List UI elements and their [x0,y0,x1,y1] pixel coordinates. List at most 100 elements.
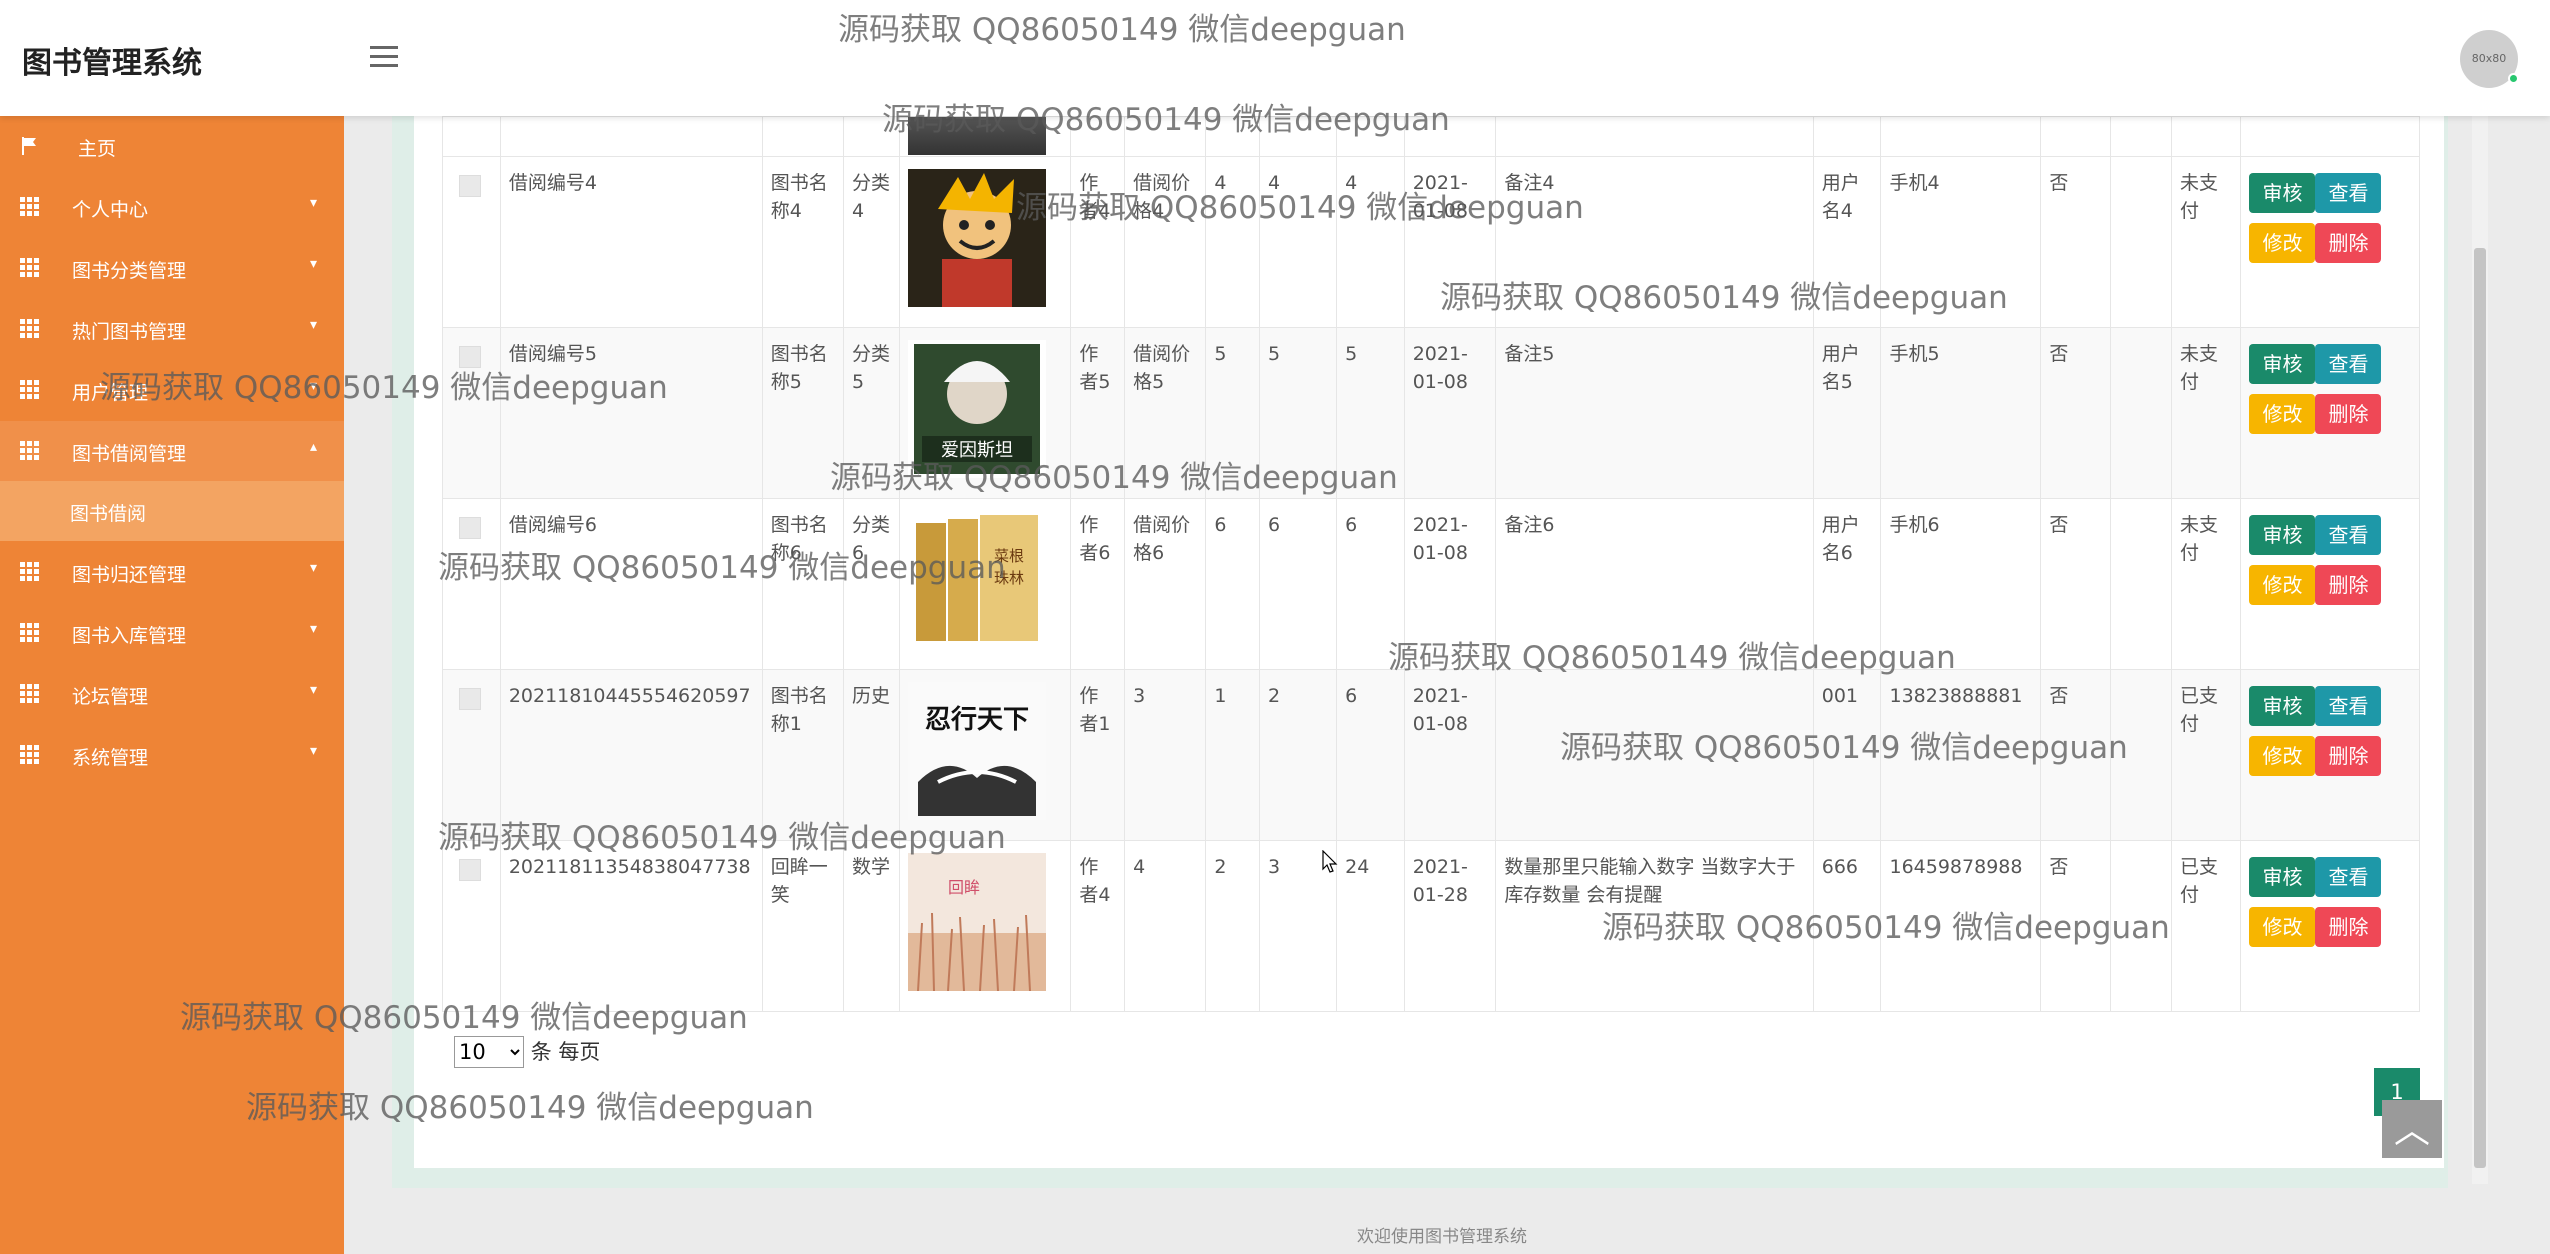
borrow-number-cell: 20211811354838047738 [499,840,763,1012]
sidebar-item-label: 个人中心 [72,199,149,221]
empty-cell [2109,156,2173,328]
row-checkbox[interactable] [459,688,481,710]
svg-text:回眸: 回眸 [948,878,980,897]
audit-button[interactable]: 审核 [2249,173,2316,213]
delete-button[interactable]: 删除 [2315,736,2382,776]
grid-icon [20,380,39,399]
edit-button[interactable]: 修改 [2249,565,2316,605]
audit-button[interactable]: 审核 [2249,344,2316,384]
sidebar-item-hot-books[interactable]: 热门图书管理 ▾ [0,299,344,359]
menu-toggle-icon[interactable] [370,46,398,68]
online-status-dot [2508,73,2519,84]
sidebar-item-forum[interactable]: 论坛管理 ▾ [0,664,344,724]
username-cell: 用户名5 [1812,327,1882,499]
row-checkbox[interactable] [459,175,481,197]
delete-button[interactable]: 删除 [2315,907,2382,947]
grid-icon [20,441,39,460]
sidebar-item-stock-in[interactable]: 图书入库管理 ▾ [0,603,344,663]
empty-cell [2109,327,2173,499]
sidebar-subitem-label: 图书借阅 [70,503,147,525]
number-cell: 6 [1258,498,1338,670]
watermark: 源码获取 QQ86050149 微信deepguan [882,102,1450,138]
row-checkbox[interactable] [459,859,481,881]
sidebar-item-label: 图书归还管理 [72,564,187,586]
sidebar-item-home[interactable]: 主页 [0,116,344,176]
author-cell: 作者1 [1070,669,1126,841]
audit-button[interactable]: 审核 [2249,686,2316,726]
sidebar-item-label: 热门图书管理 [72,321,187,343]
quantity-cell: 2 [1205,840,1260,1012]
date-cell: 2021-01-08 [1403,669,1497,841]
view-button[interactable]: 查看 [2315,344,2382,384]
flag-cell: 否 [2040,498,2111,670]
watermark: 源码获取 QQ86050149 微信deepguan [1016,190,1584,226]
sidebar-subitem-borrow-list[interactable]: 图书借阅 [0,481,344,541]
chevron-down-icon: ▾ [310,195,318,211]
watermark: 源码获取 QQ86050149 微信deepguan [1560,730,2128,766]
grid-icon [20,684,39,703]
chevron-down-icon: ▾ [310,560,318,576]
app-title: 图书管理系统 [22,46,202,81]
scrollbar-thumb[interactable] [2474,248,2486,1168]
watermark: 源码获取 QQ86050149 微信deepguan [100,370,668,406]
grid-icon [20,258,39,277]
actions-cell: 审核 查看修改 删除 [2240,669,2420,841]
total-cell: 6 [1336,669,1405,841]
borrow-price-cell: 3 [1124,669,1207,841]
edit-button[interactable]: 修改 [2249,394,2316,434]
author-cell: 作者4 [1070,840,1126,1012]
grid-icon [20,319,39,338]
grid-icon [20,745,39,764]
flag-cell: 否 [2040,327,2111,499]
mouse-cursor-icon [1322,850,1338,873]
audit-button[interactable]: 审核 [2249,857,2316,897]
view-button[interactable]: 查看 [2315,515,2382,555]
per-page-label: 条 每页 [530,1040,601,1064]
chevron-down-icon: ▾ [310,621,318,637]
watermark: 源码获取 QQ86050149 微信deepguan [1440,280,2008,316]
sidebar-item-return[interactable]: 图书归还管理 ▾ [0,542,344,602]
category-cell: 分类4 [843,156,900,328]
view-button[interactable]: 查看 [2315,686,2382,726]
book-cover-image: 忍行天下 [907,682,1063,820]
sidebar-item-label: 论坛管理 [72,686,149,708]
chevron-down-icon: ▾ [310,682,318,698]
sidebar-item-system[interactable]: 系统管理 ▾ [0,725,344,785]
grid-icon [20,197,39,216]
watermark: 源码获取 QQ86050149 微信deepguan [830,460,1398,496]
edit-button[interactable]: 修改 [2249,223,2316,263]
edit-button[interactable]: 修改 [2249,736,2316,776]
actions-cell: 审核 查看修改 删除 [2240,498,2420,670]
page-size-select[interactable]: 10 [454,1036,524,1068]
svg-text:忍行天下: 忍行天下 [925,704,1029,735]
book-cover-image: 回眸 [907,853,1063,991]
sidebar-item-borrow[interactable]: 图书借阅管理 ▴ [0,421,344,481]
date-cell: 2021-01-08 [1403,327,1497,499]
book-name-cell: 回眸一笑 [761,840,845,1012]
phone-cell: 手机5 [1880,327,2042,499]
chevron-up-icon: ▴ [310,439,318,455]
flag-cell: 否 [2040,156,2111,328]
watermark: 源码获取 QQ86050149 微信deepguan [1388,640,1956,676]
delete-button[interactable]: 删除 [2315,394,2382,434]
sidebar-item-label: 系统管理 [72,747,149,769]
audit-button[interactable]: 审核 [2249,515,2316,555]
borrow-number-cell: 借阅编号4 [499,156,763,328]
back-to-top-icon[interactable]: ︿ [2382,1100,2442,1158]
watermark: 源码获取 QQ86050149 微信deepguan [438,550,1006,586]
row-checkbox[interactable] [459,517,481,539]
delete-button[interactable]: 删除 [2315,223,2382,263]
sidebar-item-category[interactable]: 图书分类管理 ▾ [0,238,344,298]
delete-button[interactable]: 删除 [2315,565,2382,605]
payment-status-cell: 未支付 [2171,156,2242,328]
flag-icon [22,137,36,155]
view-button[interactable]: 查看 [2315,857,2382,897]
borrow-price-cell: 4 [1124,840,1207,1012]
sidebar-item-profile[interactable]: 个人中心 ▾ [0,177,344,237]
watermark: 源码获取 QQ86050149 微信deepguan [438,820,1006,856]
row-select-cell [442,156,501,328]
table-row: 借阅编号5 图书名称5 分类5 爱因斯坦 作者5 借阅价格5 5 5 5 2021-01-08 备注… [442,327,2420,499]
edit-button[interactable]: 修改 [2249,907,2316,947]
view-button[interactable]: 查看 [2315,173,2382,213]
payment-status-cell: 未支付 [2171,327,2242,499]
